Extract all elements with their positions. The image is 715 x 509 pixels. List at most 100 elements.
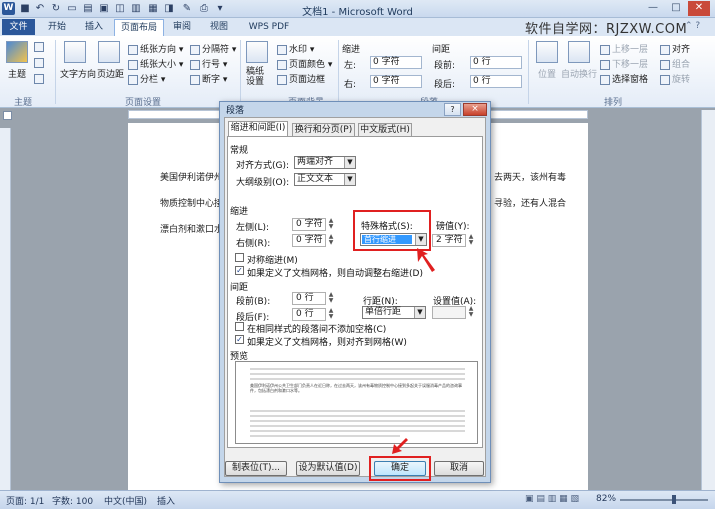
mirror-indent-checkbox[interactable] (235, 253, 244, 262)
ribbon-indent-right-input[interactable]: 0 字符 (370, 75, 422, 88)
doc-line-3[interactable]: 漂白剂和漱口水 (160, 222, 223, 235)
cancel-button[interactable]: 取消 (434, 461, 484, 476)
breaks-button[interactable]: 分隔符 ▾ (190, 42, 236, 55)
word-app-icon[interactable]: W (2, 2, 15, 15)
tab-selector-icon[interactable] (3, 111, 12, 120)
columns-button[interactable]: 分栏 ▾ (128, 72, 165, 85)
indent-left-input[interactable]: 0 字符 (292, 218, 326, 231)
ribbon-indent-left-input[interactable]: 0 字符 (370, 56, 422, 69)
doc-line-1-right[interactable]: 去两天，该州有毒 (494, 170, 566, 183)
tab-asian-typography[interactable]: 中文版式(H) (358, 123, 412, 137)
ribbon-collapse-icon[interactable]: ⌃ ? (685, 21, 700, 31)
doc-line-2-right[interactable]: 寻验，还有人混合 (494, 196, 566, 209)
at-input[interactable] (432, 306, 466, 319)
margins-icon[interactable] (98, 41, 120, 63)
alignment-select[interactable]: 两端对齐 ▼ (294, 156, 356, 169)
orientation-button[interactable]: 纸张方向 ▾ (128, 42, 183, 55)
tab-wps-pdf[interactable]: WPS PDF (244, 19, 294, 36)
zoom-level[interactable]: 82% (596, 494, 616, 504)
selection-pane-button[interactable]: 选择窗格 (600, 72, 648, 85)
page-color-button[interactable]: 页面颜色 ▾ (277, 57, 332, 70)
tab-indent-spacing[interactable]: 缩进和间距(I) (228, 121, 288, 137)
rotate-button[interactable]: 旋转 (660, 72, 690, 85)
send-backward-button[interactable]: 下移一层 (600, 57, 648, 70)
manuscript-label[interactable]: 稿纸设置 (246, 67, 268, 87)
spin-arrows-icon[interactable]: ▲ ▼ (466, 306, 476, 319)
status-page[interactable]: 页面: 1/1 (6, 494, 44, 507)
minimize-icon[interactable]: — (642, 1, 664, 16)
snap-to-grid-checkbox[interactable]: ✓ (235, 335, 244, 344)
themes-label[interactable]: 主题 (8, 67, 26, 80)
customize-qat-icon[interactable]: ▾ (214, 3, 226, 15)
qat-icon-4[interactable]: ◫ (114, 3, 126, 15)
tabs-button[interactable]: 制表位(T)... (225, 461, 287, 476)
doc-line-1[interactable]: 美国伊利诺伊州 (160, 170, 223, 183)
no-space-checkbox[interactable] (235, 322, 244, 331)
qat-icon-3[interactable]: ▣ (98, 3, 110, 15)
ok-button[interactable]: 确定 (374, 461, 426, 476)
line-spacing-select[interactable]: 单倍行距 ▼ (362, 306, 426, 319)
status-language[interactable]: 中文(中国) (104, 494, 147, 507)
set-default-button[interactable]: 设为默认值(D) (296, 461, 360, 476)
undo-icon[interactable]: ↶ (34, 3, 46, 15)
wrap-text-label[interactable]: 自动换行 (561, 67, 597, 80)
tab-view[interactable]: 视图 (205, 19, 233, 36)
line-numbers-button[interactable]: 行号 ▾ (190, 57, 227, 70)
zoom-slider[interactable] (620, 499, 708, 501)
page-border-button[interactable]: 页面边框 (277, 72, 325, 85)
theme-effects-icon[interactable] (34, 74, 44, 84)
position-icon[interactable] (536, 41, 558, 63)
wrap-text-icon[interactable] (568, 41, 590, 63)
zoom-slider-thumb[interactable] (672, 495, 676, 504)
watermark-button[interactable]: 水印 ▾ (277, 42, 314, 55)
theme-colors-icon[interactable] (34, 42, 44, 52)
vertical-scrollbar[interactable] (701, 110, 715, 490)
ribbon-spacing-before-input[interactable]: 0 行 (470, 56, 522, 69)
tab-line-page-breaks[interactable]: 换行和分页(P) (292, 123, 355, 137)
themes-icon[interactable] (6, 41, 28, 63)
tab-file[interactable]: 文件 (2, 19, 35, 35)
status-words[interactable]: 字数: 100 (52, 494, 93, 507)
tab-insert[interactable]: 插入 (80, 19, 108, 36)
bring-forward-button[interactable]: 上移一层 (600, 42, 648, 55)
qat-icon-6[interactable]: ▦ (147, 3, 159, 15)
spin-arrows-icon[interactable]: ▲ ▼ (326, 218, 336, 231)
spacing-before-input[interactable]: 0 行 (292, 292, 326, 305)
qat-icon-2[interactable]: ▤ (82, 3, 94, 15)
position-label[interactable]: 位置 (538, 67, 556, 80)
redo-icon[interactable]: ↻ (50, 3, 62, 15)
view-buttons-icon[interactable]: ▣ ▤ ▥ ▦ ▧ (525, 494, 579, 504)
ribbon-spacing-after-input[interactable]: 0 行 (470, 75, 522, 88)
spin-arrows-icon[interactable]: ▲ ▼ (466, 234, 476, 247)
doc-line-2[interactable]: 物质控制中心接 (160, 196, 223, 209)
auto-adjust-checkbox[interactable]: ✓ (235, 266, 244, 275)
spacing-after-input[interactable]: 0 行 (292, 308, 326, 321)
group-button[interactable]: 组合 (660, 57, 690, 70)
spin-arrows-icon[interactable]: ▲ ▼ (326, 234, 336, 247)
tab-page-layout[interactable]: 页面布局 (114, 19, 164, 36)
dialog-help-icon[interactable]: ? (444, 103, 461, 116)
tab-review[interactable]: 审阅 (168, 19, 196, 36)
text-direction-icon[interactable] (64, 41, 86, 63)
spin-arrows-icon[interactable]: ▲ ▼ (326, 308, 336, 321)
save-icon[interactable]: ■ (19, 3, 31, 15)
tab-home[interactable]: 开始 (43, 19, 71, 36)
align-button[interactable]: 对齐 (660, 42, 690, 55)
qat-icon-7[interactable]: ◨ (163, 3, 175, 15)
qat-icon-9[interactable]: ⎙ (198, 3, 210, 15)
margins-label[interactable]: 页边距 (97, 67, 124, 80)
text-direction-label[interactable]: 文字方向 (60, 67, 96, 80)
status-insert-mode[interactable]: 插入 (157, 494, 175, 507)
hyphenation-button[interactable]: 断字 ▾ (190, 72, 227, 85)
qat-icon-1[interactable]: ▭ (66, 3, 78, 15)
outline-level-select[interactable]: 正文文本 ▼ (294, 173, 356, 186)
indent-right-input[interactable]: 0 字符 (292, 234, 326, 247)
qat-icon-8[interactable]: ✎ (181, 3, 193, 15)
qat-icon-5[interactable]: ▥ (130, 3, 142, 15)
manuscript-icon[interactable] (246, 41, 268, 63)
dialog-close-icon[interactable]: × (463, 103, 487, 116)
vertical-ruler[interactable] (0, 128, 11, 490)
spin-arrows-icon[interactable]: ▲ ▼ (326, 292, 336, 305)
size-button[interactable]: 纸张大小 ▾ (128, 57, 183, 70)
maximize-icon[interactable]: □ (665, 1, 687, 16)
